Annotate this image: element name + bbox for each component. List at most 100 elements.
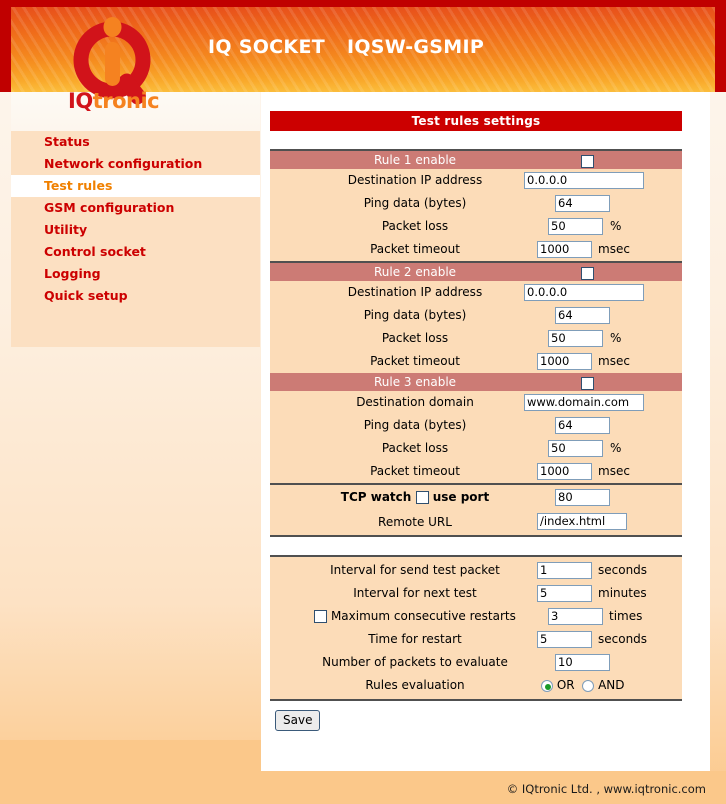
rule-2-destination-ip-label: Destination IP address (347, 285, 483, 299)
sidebar-item-gsm-configuration[interactable]: GSM configuration (11, 197, 260, 219)
sidebar-item-quick-setup[interactable]: Quick setup (11, 285, 260, 307)
rule-2-header: Rule 2 enable (270, 263, 682, 281)
rule-2-packet-loss-unit: % (610, 331, 622, 345)
rule-2-enable-checkbox-wrap[interactable] (581, 266, 594, 280)
rule-1-packet-loss-label: Packet loss (381, 219, 449, 233)
rule-2-destination-ip-input[interactable]: 0.0.0.0 (524, 284, 644, 301)
rule-1-enable-checkbox[interactable] (581, 155, 594, 168)
sidebar-item-label: Test rules (44, 178, 113, 193)
rule-1-header: Rule 1 enable (270, 151, 682, 169)
rule-3-header: Rule 3 enable (270, 373, 682, 391)
rule-2-packet-timeout-row: Packet timeout 1000 msec (270, 350, 682, 373)
maximum-consecutive-restarts-input[interactable]: 3 (548, 608, 603, 625)
rule-3-header-label: Rule 3 enable (373, 375, 457, 389)
tcp-watch-use-port-checkbox[interactable] (415, 491, 429, 504)
rule-1-packet-timeout-row: Packet timeout 1000 msec (270, 238, 682, 261)
sidebar-item-label: Control socket (44, 244, 146, 259)
rules-evaluation-label: Rules evaluation (365, 678, 465, 692)
rule-2-ping-data-label: Ping data (bytes) (363, 308, 467, 322)
number-of-packets-label: Number of packets to evaluate (322, 655, 508, 669)
rule-2-ping-data-row: Ping data (bytes) 64 (270, 304, 682, 327)
sidebar-item-label: Logging (44, 266, 101, 281)
tcp-watch-label: TCP watch use port (270, 485, 560, 510)
rule-1-ping-data-input[interactable]: 64 (555, 195, 610, 212)
remote-url-input[interactable]: /index.html (537, 513, 627, 530)
rule-3-destination-domain-label: Destination domain (356, 395, 474, 409)
rules-evaluation-or-label: OR (556, 678, 575, 692)
sidebar-item-label: Quick setup (44, 288, 128, 303)
remote-url-label: Remote URL (378, 515, 452, 529)
rule-2-enable-checkbox[interactable] (581, 267, 594, 280)
sidebar-item-network-configuration[interactable]: Network configuration (11, 153, 260, 175)
interval-send-test-packet-row: Interval for send test packet 1 seconds (270, 559, 682, 582)
section-title: Test rules settings (270, 111, 682, 131)
page-title: IQ SOCKET IQSW-GSMIP (208, 36, 484, 58)
iqtronic-logo[interactable]: IQtronic (63, 13, 181, 113)
sidebar-item-control-socket[interactable]: Control socket (11, 241, 260, 263)
interval-next-test-label: Interval for next test (353, 586, 477, 600)
rule-1-packet-loss-row: Packet loss 50 % (270, 215, 682, 238)
rule-1-packet-timeout-unit: msec (598, 242, 630, 256)
interval-next-test-input[interactable]: 5 (537, 585, 592, 602)
tcp-watch-use-port-label: use port (432, 490, 490, 504)
interval-next-test-row: Interval for next test 5 minutes (270, 582, 682, 605)
tcp-watch-row: TCP watch use port 80 (270, 485, 682, 510)
rule-3-destination-domain-row: Destination domain www.domain.com (270, 391, 682, 414)
rule-3-packet-loss-unit: % (610, 441, 622, 455)
sidebar-item-utility[interactable]: Utility (11, 219, 260, 241)
sidebar-item-status[interactable]: Status (11, 131, 260, 153)
rule-1-packet-timeout-input[interactable]: 1000 (537, 241, 592, 258)
rule-2-ping-data-input[interactable]: 64 (555, 307, 610, 324)
maximum-consecutive-restarts-checkbox[interactable] (314, 610, 328, 623)
rule-3-enable-checkbox-wrap[interactable] (581, 376, 594, 390)
maximum-consecutive-restarts-label: Maximum consecutive restarts (270, 605, 560, 628)
rule-1-header-label: Rule 1 enable (373, 153, 457, 167)
maximum-consecutive-restarts-unit: times (609, 609, 643, 623)
rule-1-enable-checkbox-wrap[interactable] (581, 154, 594, 168)
save-button[interactable]: Save (275, 710, 321, 731)
interval-send-test-packet-input[interactable]: 1 (537, 562, 592, 579)
time-for-restart-row: Time for restart 5 seconds (270, 628, 682, 651)
rule-3-enable-checkbox[interactable] (581, 377, 594, 390)
rule-3-packet-loss-row: Packet loss 50 % (270, 437, 682, 460)
rules-evaluation-options: OR AND (541, 674, 625, 697)
maximum-consecutive-restarts-row: Maximum consecutive restarts 3 times (270, 605, 682, 628)
sidebar-item-logging[interactable]: Logging (11, 263, 260, 285)
number-of-packets-input[interactable]: 10 (555, 654, 610, 671)
rule-3-destination-domain-input[interactable]: www.domain.com (524, 394, 644, 411)
rule-3-packet-timeout-input[interactable]: 1000 (537, 463, 592, 480)
brand-name: IQ SOCKET (208, 36, 325, 58)
rule-1-packet-timeout-label: Packet timeout (370, 242, 460, 256)
rule-3-packet-timeout-unit: msec (598, 464, 630, 478)
rule-2-packet-loss-input[interactable]: 50 (548, 330, 603, 347)
sidebar-item-label: Status (44, 134, 90, 149)
rule-2-packet-timeout-input[interactable]: 1000 (537, 353, 592, 370)
rules-evaluation-and-label: AND (598, 678, 625, 692)
general-settings-panel: Interval for send test packet 1 seconds … (270, 555, 682, 701)
time-for-restart-input[interactable]: 5 (537, 631, 592, 648)
rule-1-destination-ip-input[interactable]: 0.0.0.0 (524, 172, 644, 189)
interval-next-test-unit: minutes (598, 586, 647, 600)
rule-3-packet-timeout-label: Packet timeout (370, 464, 460, 478)
rule-3-packet-timeout-row: Packet timeout 1000 msec (270, 460, 682, 483)
model-name: IQSW-GSMIP (346, 36, 485, 58)
rule-3-packet-loss-input[interactable]: 50 (548, 440, 603, 457)
sidebar-item-label: Network configuration (44, 156, 203, 171)
tcp-watch-title: TCP watch (340, 490, 412, 504)
rule-1-packet-loss-input[interactable]: 50 (548, 218, 603, 235)
rule-2-packet-timeout-label: Packet timeout (370, 354, 460, 368)
rules-evaluation-and-radio[interactable] (582, 679, 595, 692)
tcp-watch-port-input[interactable]: 80 (555, 489, 610, 506)
footer-copyright: © IQtronic Ltd. , www.iqtronic.com (506, 782, 706, 796)
sidebar-item-label: Utility (44, 222, 88, 237)
sidebar-item-test-rules[interactable]: Test rules (11, 175, 260, 197)
sidebar-menu: Status Network configuration Test rules … (11, 131, 260, 347)
rules-evaluation-or-radio[interactable] (541, 679, 553, 692)
rule-3-ping-data-input[interactable]: 64 (555, 417, 610, 434)
interval-send-test-packet-unit: seconds (598, 563, 648, 577)
remote-url-row: Remote URL /index.html (270, 510, 682, 535)
rule-2-packet-loss-label: Packet loss (381, 331, 449, 345)
svg-text:IQtronic: IQtronic (68, 89, 159, 113)
rule-3-packet-loss-label: Packet loss (381, 441, 449, 455)
rule-2-packet-loss-row: Packet loss 50 % (270, 327, 682, 350)
